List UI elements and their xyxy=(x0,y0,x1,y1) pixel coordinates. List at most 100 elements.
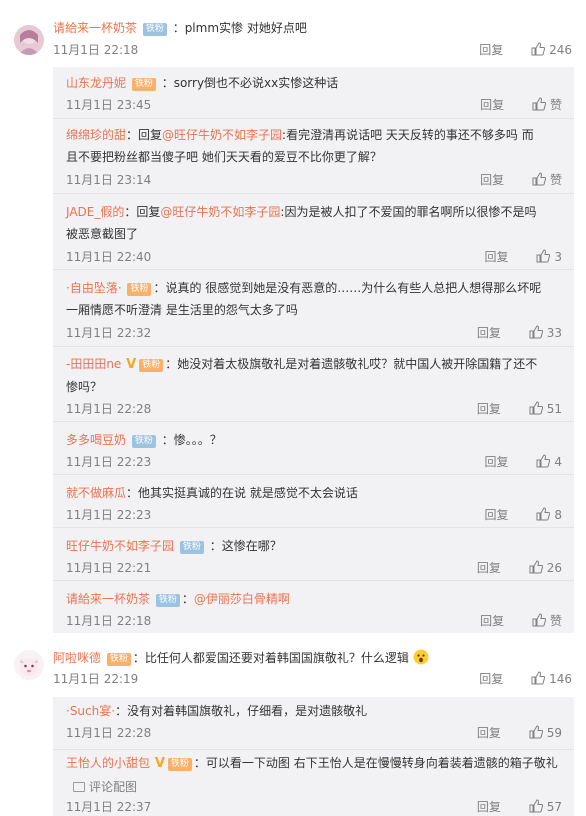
fan-level-icon: 铁粉 xyxy=(167,758,192,771)
reply-button[interactable]: 回复 xyxy=(479,43,503,57)
like-button[interactable]: 51 xyxy=(529,401,562,416)
comment-text: ：比任何人都爱国还要对着韩国国旗敬礼？什么逻辑 xyxy=(132,651,409,665)
avatar[interactable] xyxy=(14,650,44,680)
reply-text: ： xyxy=(181,592,194,606)
like-button[interactable]: 26 xyxy=(529,560,562,575)
username[interactable]: 请給来一杯奶茶 xyxy=(53,21,137,35)
timestamp: 11月1日 22:28 xyxy=(66,726,152,740)
avatar[interactable] xyxy=(14,25,44,55)
reply-button[interactable]: 回复 xyxy=(480,173,504,187)
like-count: 59 xyxy=(546,726,562,740)
reply-item: 多多喝豆奶 铁粉 ：惨。。。？ 11月1日 22:23 回复 4 xyxy=(53,422,574,475)
like-count: 赞 xyxy=(549,173,562,187)
thumbs-up-icon xyxy=(532,613,546,627)
reply-item: 旺仔牛奶不如李子园 铁粉 ：这惨在哪？ 11月1日 22:21 回复 26 xyxy=(53,528,574,581)
like-button[interactable]: 3 xyxy=(536,249,562,264)
timestamp: 11月1日 22:32 xyxy=(66,326,152,340)
reply-text: ：sorry倒也不必说xx实惨这种话 xyxy=(161,76,339,90)
like-button[interactable]: 33 xyxy=(529,325,562,340)
reply-prefix: ：回复 xyxy=(126,128,163,142)
reply-button[interactable]: 回复 xyxy=(480,614,504,628)
mention-link[interactable]: @旺仔牛奶不如李子园 xyxy=(162,128,282,142)
reply-button[interactable]: 回复 xyxy=(477,726,501,740)
username[interactable]: 旺仔牛奶不如李子园 xyxy=(66,539,174,553)
mention-link[interactable]: @伊丽莎白骨精啊 xyxy=(194,592,290,606)
thumbs-up-icon xyxy=(531,671,546,685)
reply-item: -田田田ne V 铁粉 ：她没对着太极旗敬礼是对着遗骸敬礼哎？就中国人被开除国籍了还… xyxy=(53,347,574,422)
username[interactable]: 多多喝豆奶 xyxy=(66,433,126,447)
fan-badge: 铁粉 xyxy=(142,23,167,36)
reply-item: ·自由坠落· 铁粉 ：说真的 很感觉到她是没有恶意的……为什么有些人总把人想得那么… xyxy=(53,270,574,347)
thumbs-up-icon xyxy=(529,799,543,813)
thumbs-up-icon xyxy=(529,325,543,339)
username[interactable]: JADE_假的 xyxy=(66,205,124,219)
comment-picture-link[interactable]: 评论配图 xyxy=(73,778,137,795)
reply-text: ：惨。。。？ xyxy=(161,433,222,447)
like-button[interactable]: 8 xyxy=(536,507,562,522)
thumbs-up-icon xyxy=(536,454,551,468)
timestamp: 11月1日 23:45 xyxy=(66,98,152,112)
username[interactable]: ·Such宴· xyxy=(66,704,115,718)
reply-item: ·Such宴·：没有对着韩国旗敬礼，仔细看，是对遗骸敬礼 11月1日 22:28… xyxy=(53,697,574,750)
v-badge-icon: V xyxy=(126,357,137,372)
like-button[interactable]: 4 xyxy=(536,454,562,469)
thumbs-up-icon xyxy=(531,42,546,56)
thumbs-up-icon xyxy=(529,725,543,739)
picture-link-label: 评论配图 xyxy=(89,780,138,794)
thumbs-up-icon xyxy=(532,97,546,111)
reply-button[interactable]: 回复 xyxy=(477,402,501,416)
username[interactable]: -田田田ne xyxy=(66,357,121,371)
like-count: 51 xyxy=(546,402,562,416)
like-button[interactable]: 赞 xyxy=(532,172,562,187)
like-button[interactable]: 59 xyxy=(529,725,562,740)
reply-text: ：她没对着太极旗敬礼是对着遗骸敬礼哎？就中国人被开除国籍了还不惨吗？ xyxy=(66,357,538,394)
surprised-emoji-icon xyxy=(413,649,429,665)
reply-button[interactable]: 回复 xyxy=(477,800,501,814)
reply-button[interactable]: 回复 xyxy=(477,326,501,340)
timestamp: 11月1日 22:23 xyxy=(66,508,152,522)
mention-link[interactable]: @旺仔牛奶不如李子园 xyxy=(160,205,280,219)
fan-badge: 铁粉 xyxy=(155,594,180,607)
username[interactable]: 请給来一杯奶茶 xyxy=(66,592,150,606)
reply-prefix: ：回复 xyxy=(124,205,161,219)
like-button[interactable]: 赞 xyxy=(532,97,562,112)
comment: 请給来一杯奶茶 铁粉 ：plmm实惨 对她好点吧 11月1日 22:18 回复 … xyxy=(0,0,586,64)
thumbs-up-icon xyxy=(529,560,543,574)
thumbs-up-icon xyxy=(536,507,551,521)
reply-text: ：这惨在哪？ xyxy=(209,539,282,553)
like-button[interactable]: 146 xyxy=(531,671,572,686)
username[interactable]: 山东龙丹妮 xyxy=(66,76,126,90)
username[interactable]: 绵绵珍的甜 xyxy=(66,128,126,142)
like-count: 3 xyxy=(554,250,562,264)
like-button[interactable]: 246 xyxy=(531,42,572,57)
timestamp: 11月1日 22:28 xyxy=(66,402,152,416)
reply-button[interactable]: 回复 xyxy=(485,508,509,522)
reply-list: 山东龙丹妮 铁粉 ：sorry倒也不必说xx实惨这种话 11月1日 23:45 … xyxy=(53,67,574,633)
username[interactable]: ·自由坠落· xyxy=(66,281,122,295)
username[interactable]: 阿啦咪德 xyxy=(53,651,101,665)
reply-item: 山东龙丹妮 铁粉 ：sorry倒也不必说xx实惨这种话 11月1日 23:45 … xyxy=(53,67,574,119)
reply-button[interactable]: 回复 xyxy=(477,561,501,575)
like-button[interactable]: 57 xyxy=(529,799,562,814)
timestamp: 11月1日 22:23 xyxy=(66,455,152,469)
like-button[interactable]: 赞 xyxy=(532,613,562,628)
timestamp: 11月1日 22:18 xyxy=(66,614,152,628)
timestamp: 11月1日 22:18 xyxy=(53,43,139,57)
fan-badge: 铁粉 xyxy=(131,435,156,448)
username[interactable]: 王怡人的小甜包 xyxy=(66,756,150,770)
fan-level-icon: 铁粉 xyxy=(127,283,152,296)
timestamp: 11月1日 23:14 xyxy=(66,173,152,187)
like-count: 赞 xyxy=(549,614,562,628)
comment-text: ：plmm实惨 对她好点吧 xyxy=(172,21,307,35)
username[interactable]: 就不做麻瓜 xyxy=(66,486,126,500)
thumbs-up-icon xyxy=(529,401,543,415)
timestamp: 11月1日 22:19 xyxy=(53,672,139,686)
reply-item: 就不做麻瓜：他其实挺真诚的在说 就是感觉不太会说话 11月1日 22:23 回复… xyxy=(53,475,574,528)
reply-list: ·Such宴·：没有对着韩国旗敬礼，仔细看，是对遗骸敬礼 11月1日 22:28… xyxy=(53,697,574,816)
reply-button[interactable]: 回复 xyxy=(485,455,509,469)
reply-button[interactable]: 回复 xyxy=(485,250,509,264)
thumbs-up-icon xyxy=(532,172,546,186)
reply-button[interactable]: 回复 xyxy=(479,672,503,686)
reply-button[interactable]: 回复 xyxy=(480,98,504,112)
fan-level-icon: 铁粉 xyxy=(131,78,156,91)
